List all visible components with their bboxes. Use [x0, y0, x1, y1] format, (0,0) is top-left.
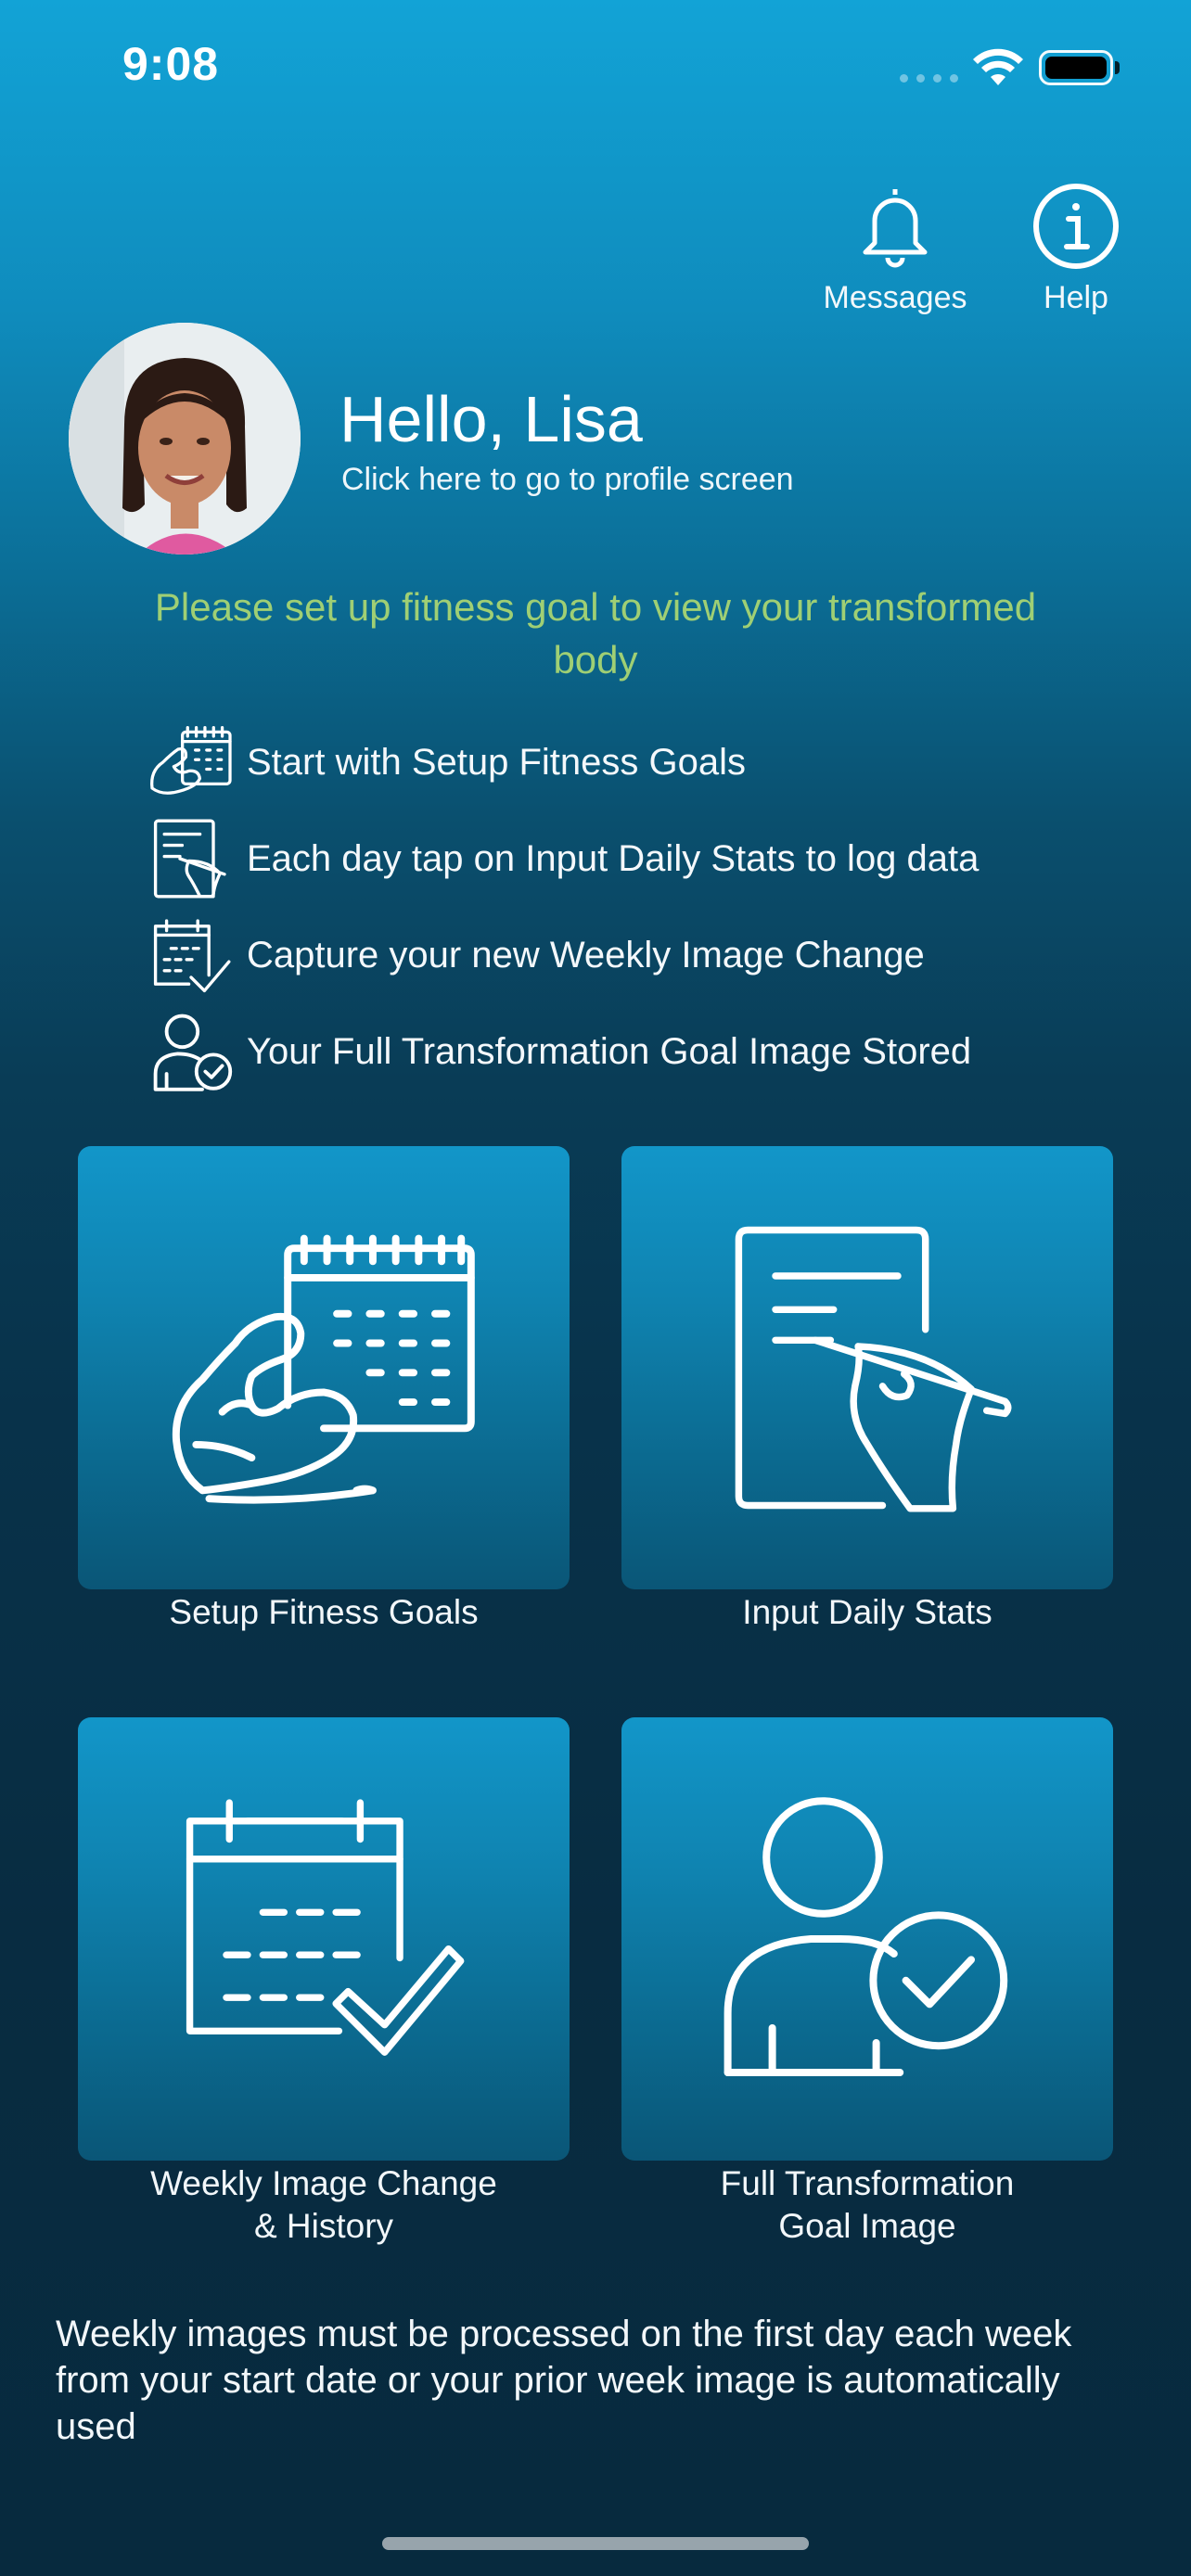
info-icon — [1033, 184, 1119, 269]
user-check-icon — [145, 1005, 237, 1098]
step-text: Your Full Transformation Goal Image Stor… — [247, 1030, 972, 1072]
full-transformation-label: Full Transformation Goal Image — [621, 2162, 1113, 2248]
list-item: Capture your new Weekly Image Change — [145, 907, 979, 1003]
calendar-check-icon — [186, 1799, 465, 2056]
steps-list: Start with Setup Fitness Goals Each day … — [145, 714, 979, 1100]
list-item: Each day tap on Input Daily Stats to log… — [145, 810, 979, 907]
list-item: Your Full Transformation Goal Image Stor… — [145, 1003, 979, 1100]
weekly-image-change-button[interactable] — [78, 1717, 570, 2161]
step-text: Capture your new Weekly Image Change — [247, 934, 925, 976]
profile-photo — [69, 323, 301, 555]
avatar[interactable] — [69, 323, 301, 555]
footer-note: Weekly images must be processed on the f… — [56, 2314, 1072, 2447]
battery-cap — [1115, 61, 1120, 74]
help-button[interactable]: Help — [1020, 182, 1132, 316]
home-indicator[interactable] — [382, 2537, 809, 2550]
step-text: Start with Setup Fitness Goals — [247, 741, 747, 783]
cellular-signal-icon — [900, 74, 958, 83]
help-label: Help — [1044, 280, 1108, 315]
setup-notice: Please set up fitness goal to view your … — [154, 585, 1037, 682]
setup-fitness-goals-label: Setup Fitness Goals — [169, 1593, 479, 1631]
label-line: Full Transformation — [720, 2164, 1015, 2202]
messages-button[interactable]: Messages — [807, 182, 983, 316]
list-item: Start with Setup Fitness Goals — [145, 714, 979, 810]
greeting[interactable]: Hello, Lisa — [339, 382, 643, 456]
label-line: Weekly Image Change — [150, 2164, 497, 2202]
step-text: Each day tap on Input Daily Stats to log… — [247, 837, 980, 879]
setup-fitness-goals-button[interactable] — [78, 1146, 570, 1589]
wifi-icon — [973, 48, 1023, 85]
label-line: & History — [253, 2207, 394, 2245]
bell-icon — [863, 189, 928, 268]
label-line: Goal Image — [778, 2207, 956, 2245]
muscle-calendar-icon — [172, 1234, 475, 1504]
muscle-calendar-icon — [145, 716, 237, 809]
document-writing-icon — [145, 812, 237, 905]
full-transformation-goal-image-button[interactable] — [621, 1717, 1113, 2161]
profile-link[interactable]: Click here to go to profile screen — [341, 462, 794, 498]
battery-icon — [1039, 50, 1113, 85]
status-time: 9:08 — [122, 38, 220, 90]
user-check-icon — [724, 1797, 1008, 2076]
calendar-check-icon — [145, 909, 237, 1001]
weekly-image-change-label: Weekly Image Change & History — [78, 2162, 570, 2248]
input-daily-stats-button[interactable] — [621, 1146, 1113, 1589]
document-writing-icon — [735, 1226, 1012, 1512]
input-daily-stats-label: Input Daily Stats — [742, 1593, 992, 1631]
messages-label: Messages — [823, 280, 967, 315]
